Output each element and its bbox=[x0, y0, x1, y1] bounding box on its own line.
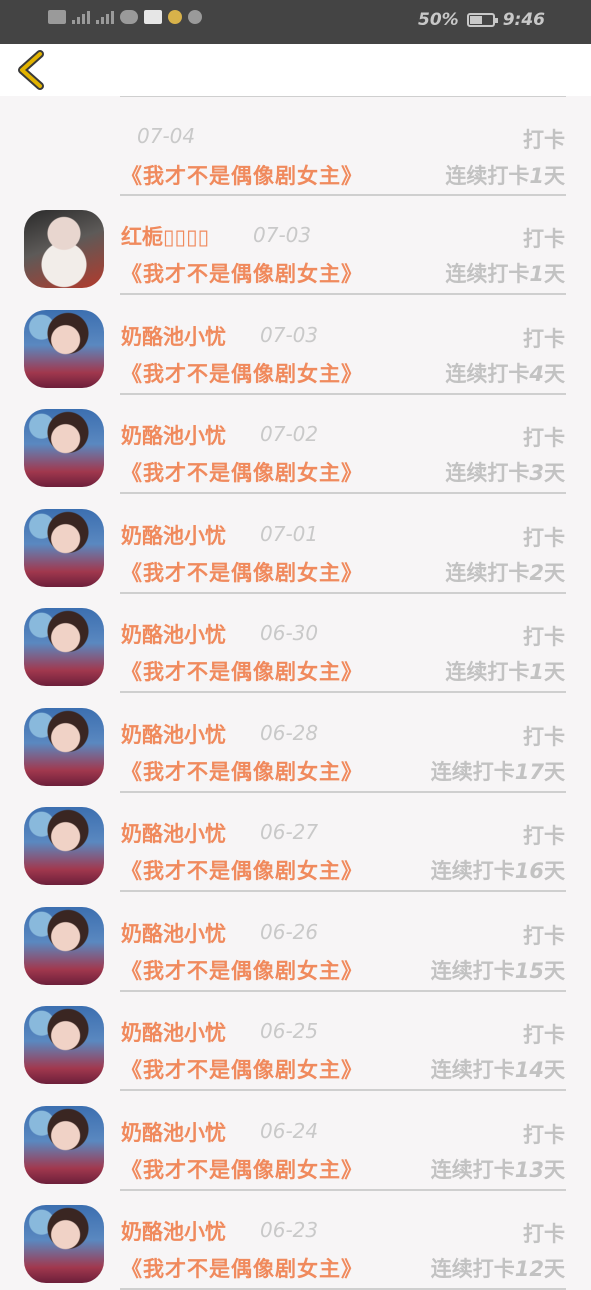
streak-text: 连续打卡3天 bbox=[445, 461, 565, 485]
battery-percent: 50% bbox=[418, 10, 459, 30]
app-icon bbox=[168, 10, 182, 24]
checkin-date: 07-03 bbox=[260, 322, 319, 347]
user-name[interactable]: 奶酪池小忧 bbox=[121, 520, 226, 550]
avatar[interactable] bbox=[24, 1105, 104, 1184]
streak-text: 连续打卡15天 bbox=[430, 958, 565, 983]
checkin-label: 打卡 bbox=[523, 724, 565, 749]
hotspot-icon bbox=[188, 10, 202, 24]
streak-text: 连续打卡12天 bbox=[430, 1257, 565, 1281]
user-name[interactable]: 奶酪池小忧 bbox=[121, 818, 226, 848]
list-item[interactable]: 奶酪池小忧 07-03 打卡《我才不是偶像剧女主》 连续打卡4天 bbox=[0, 295, 591, 395]
streak-text: 连续打卡14天 bbox=[430, 1058, 565, 1082]
checkin-label: 打卡 bbox=[523, 1023, 565, 1047]
checkin-label: 打卡 bbox=[523, 625, 565, 649]
user-name[interactable]: 奶酪池小忧 bbox=[121, 1017, 226, 1047]
list-item[interactable]: 奶酪池小忧 06-25 打卡《我才不是偶像剧女主》 连续打卡14天 bbox=[0, 991, 591, 1091]
book-title[interactable]: 《我才不是偶像剧女主》 bbox=[121, 855, 363, 885]
streak-text: 连续打卡1天 bbox=[445, 262, 565, 286]
book-title[interactable]: 《我才不是偶像剧女主》 bbox=[121, 258, 363, 288]
checkin-date: 06-26 bbox=[260, 919, 319, 944]
streak-text: 连续打卡13天 bbox=[430, 1157, 565, 1182]
avatar[interactable] bbox=[24, 807, 104, 885]
user-name[interactable]: 奶酪池小忧 bbox=[121, 1117, 226, 1147]
signal-icon bbox=[72, 10, 90, 24]
status-bar: 50% 9:46 bbox=[0, 0, 591, 44]
checkin-label: 打卡 bbox=[523, 824, 565, 848]
checkin-label: 打卡 bbox=[523, 923, 565, 948]
list-item[interactable]: 奶酪池小忧 06-30 打卡《我才不是偶像剧女主》 连续打卡1天 bbox=[0, 593, 591, 693]
checkin-label: 打卡 bbox=[523, 426, 565, 450]
book-title[interactable]: 《我才不是偶像剧女主》 bbox=[121, 1054, 363, 1084]
list-item[interactable]: 07-04 打卡 《我才不是偶像剧女主》 连续打卡1天 bbox=[0, 96, 591, 196]
status-icons bbox=[48, 10, 202, 24]
checkin-date: 07-02 bbox=[260, 422, 319, 446]
streak-text: 连续打卡16天 bbox=[430, 859, 565, 883]
user-name[interactable]: 奶酪池小忧 bbox=[121, 1216, 226, 1246]
avatar[interactable] bbox=[24, 1205, 104, 1283]
qq-icon bbox=[120, 10, 138, 24]
avatar[interactable] bbox=[24, 309, 104, 388]
checkin-date: 06-23 bbox=[260, 1218, 319, 1242]
checkin-label: 打卡 bbox=[523, 1122, 565, 1147]
checkin-date: 06-24 bbox=[260, 1118, 319, 1143]
checkin-date: 07-01 bbox=[260, 521, 319, 546]
checkin-date: 06-30 bbox=[260, 621, 319, 645]
list-item[interactable]: 奶酪池小忧 07-01 打卡《我才不是偶像剧女主》 连续打卡2天 bbox=[0, 494, 591, 594]
user-name[interactable]: 奶酪池小忧 bbox=[121, 321, 226, 351]
list-item[interactable]: 奶酪池小忧 06-26 打卡《我才不是偶像剧女主》 连续打卡15天 bbox=[0, 892, 591, 992]
checkin-date: 07-03 bbox=[253, 223, 312, 247]
book-title[interactable]: 《我才不是偶像剧女主》 bbox=[121, 756, 363, 786]
checkin-label: 打卡 bbox=[523, 227, 565, 251]
list-item[interactable]: 红栀▯▯▯▯ 07-03 打卡《我才不是偶像剧女主》 连续打卡1天 bbox=[0, 195, 591, 295]
streak-text: 连续打卡17天 bbox=[430, 759, 565, 784]
clock: 9:46 bbox=[502, 10, 545, 30]
checkin-date: 06-28 bbox=[260, 720, 319, 745]
streak-text: 连续打卡1天 bbox=[445, 660, 565, 684]
user-name[interactable]: 奶酪池小忧 bbox=[121, 619, 226, 649]
checkin-label: 打卡 bbox=[523, 128, 565, 152]
checkin-date: 07-04 bbox=[137, 124, 196, 148]
book-title[interactable]: 《我才不是偶像剧女主》 bbox=[121, 358, 363, 388]
avatar[interactable] bbox=[24, 508, 104, 587]
list-item[interactable]: 奶酪池小忧 06-24 打卡《我才不是偶像剧女主》 连续打卡13天 bbox=[0, 1091, 591, 1191]
streak-text: 连续打卡4天 bbox=[445, 361, 565, 386]
book-title[interactable]: 《我才不是偶像剧女主》 bbox=[121, 955, 363, 985]
user-name[interactable]: 奶酪池小忧 bbox=[121, 918, 226, 948]
signal-4g-icon bbox=[96, 10, 114, 24]
list-item[interactable]: 奶酪池小忧 06-28 打卡《我才不是偶像剧女主》 连续打卡17天 bbox=[0, 693, 591, 793]
book-title[interactable]: 《我才不是偶像剧女主》 bbox=[121, 1253, 363, 1283]
avatar[interactable] bbox=[24, 210, 104, 288]
checkin-label: 打卡 bbox=[523, 326, 565, 351]
battery-icon bbox=[466, 13, 498, 27]
checkin-label: 打卡 bbox=[523, 1222, 565, 1246]
user-name[interactable]: 红栀▯▯▯▯ bbox=[121, 221, 209, 251]
sina-icon bbox=[144, 10, 162, 24]
user-name[interactable]: 奶酪池小忧 bbox=[121, 719, 226, 749]
hd-icon bbox=[48, 10, 66, 24]
back-button[interactable] bbox=[14, 50, 50, 90]
avatar[interactable] bbox=[24, 1006, 104, 1084]
book-title[interactable]: 《我才不是偶像剧女主》 bbox=[121, 557, 363, 587]
avatar[interactable] bbox=[24, 707, 104, 786]
avatar[interactable] bbox=[24, 906, 104, 985]
checkin-date: 06-25 bbox=[260, 1019, 319, 1043]
streak-text: 连续打卡1天 bbox=[445, 164, 565, 188]
streak-text: 连续打卡2天 bbox=[445, 560, 565, 585]
user-name[interactable]: 奶酪池小忧 bbox=[121, 420, 226, 450]
book-title: 《我才不是偶像剧女主》 bbox=[121, 164, 363, 188]
checkin-label: 打卡 bbox=[523, 525, 565, 550]
checkin-date: 06-27 bbox=[260, 820, 319, 844]
list-item[interactable]: 奶酪池小忧 07-02 打卡《我才不是偶像剧女主》 连续打卡3天 bbox=[0, 394, 591, 494]
book-title[interactable]: 《我才不是偶像剧女主》 bbox=[121, 1154, 363, 1184]
nav-bar bbox=[0, 44, 591, 96]
book-title[interactable]: 《我才不是偶像剧女主》 bbox=[121, 656, 363, 686]
book-title[interactable]: 《我才不是偶像剧女主》 bbox=[121, 457, 363, 487]
chevron-left-icon bbox=[18, 50, 44, 90]
avatar[interactable] bbox=[24, 608, 104, 686]
avatar[interactable] bbox=[24, 409, 104, 487]
list-item[interactable]: 奶酪池小忧 06-23 打卡《我才不是偶像剧女主》 连续打卡12天 bbox=[0, 1190, 591, 1290]
list-item[interactable]: 奶酪池小忧 06-27 打卡《我才不是偶像剧女主》 连续打卡16天 bbox=[0, 792, 591, 892]
